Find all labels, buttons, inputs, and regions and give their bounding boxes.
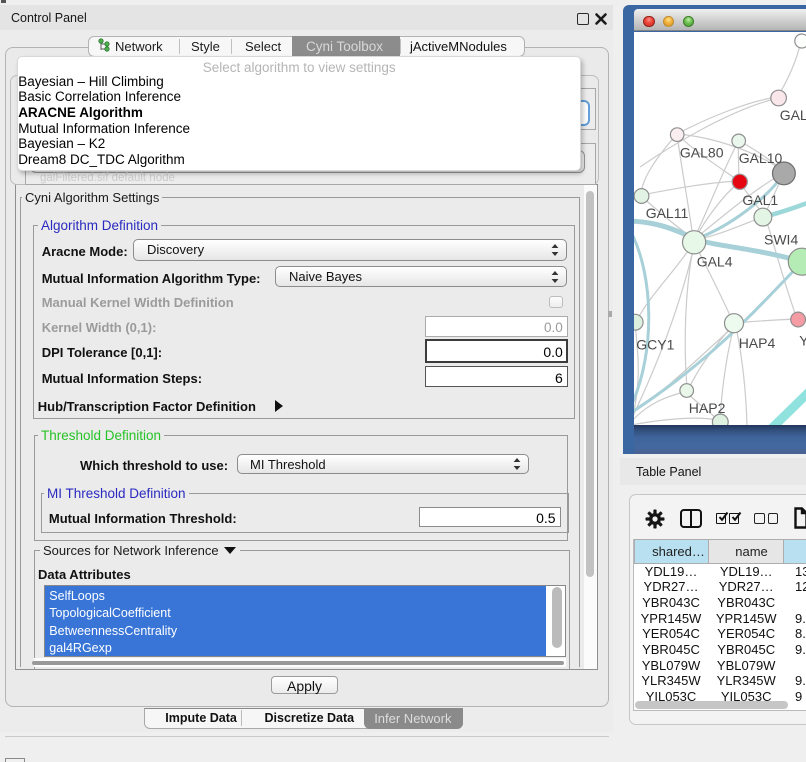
- svg-text:HAP2: HAP2: [688, 399, 725, 415]
- svg-text:GAL10: GAL10: [738, 150, 782, 166]
- svg-text:GAL4: GAL4: [696, 253, 732, 269]
- svg-text:GAL11: GAL11: [645, 204, 688, 220]
- svg-text:GAL80: GAL80: [680, 144, 724, 160]
- svg-text:GAL1: GAL1: [742, 192, 778, 208]
- svg-text:GAL2: GAL2: [779, 107, 806, 123]
- svg-text:HAP4: HAP4: [738, 335, 775, 351]
- svg-text:GCY1: GCY1: [636, 336, 674, 352]
- svg-text:Y: Y: [799, 332, 806, 348]
- svg-text:SWI4: SWI4: [764, 231, 798, 247]
